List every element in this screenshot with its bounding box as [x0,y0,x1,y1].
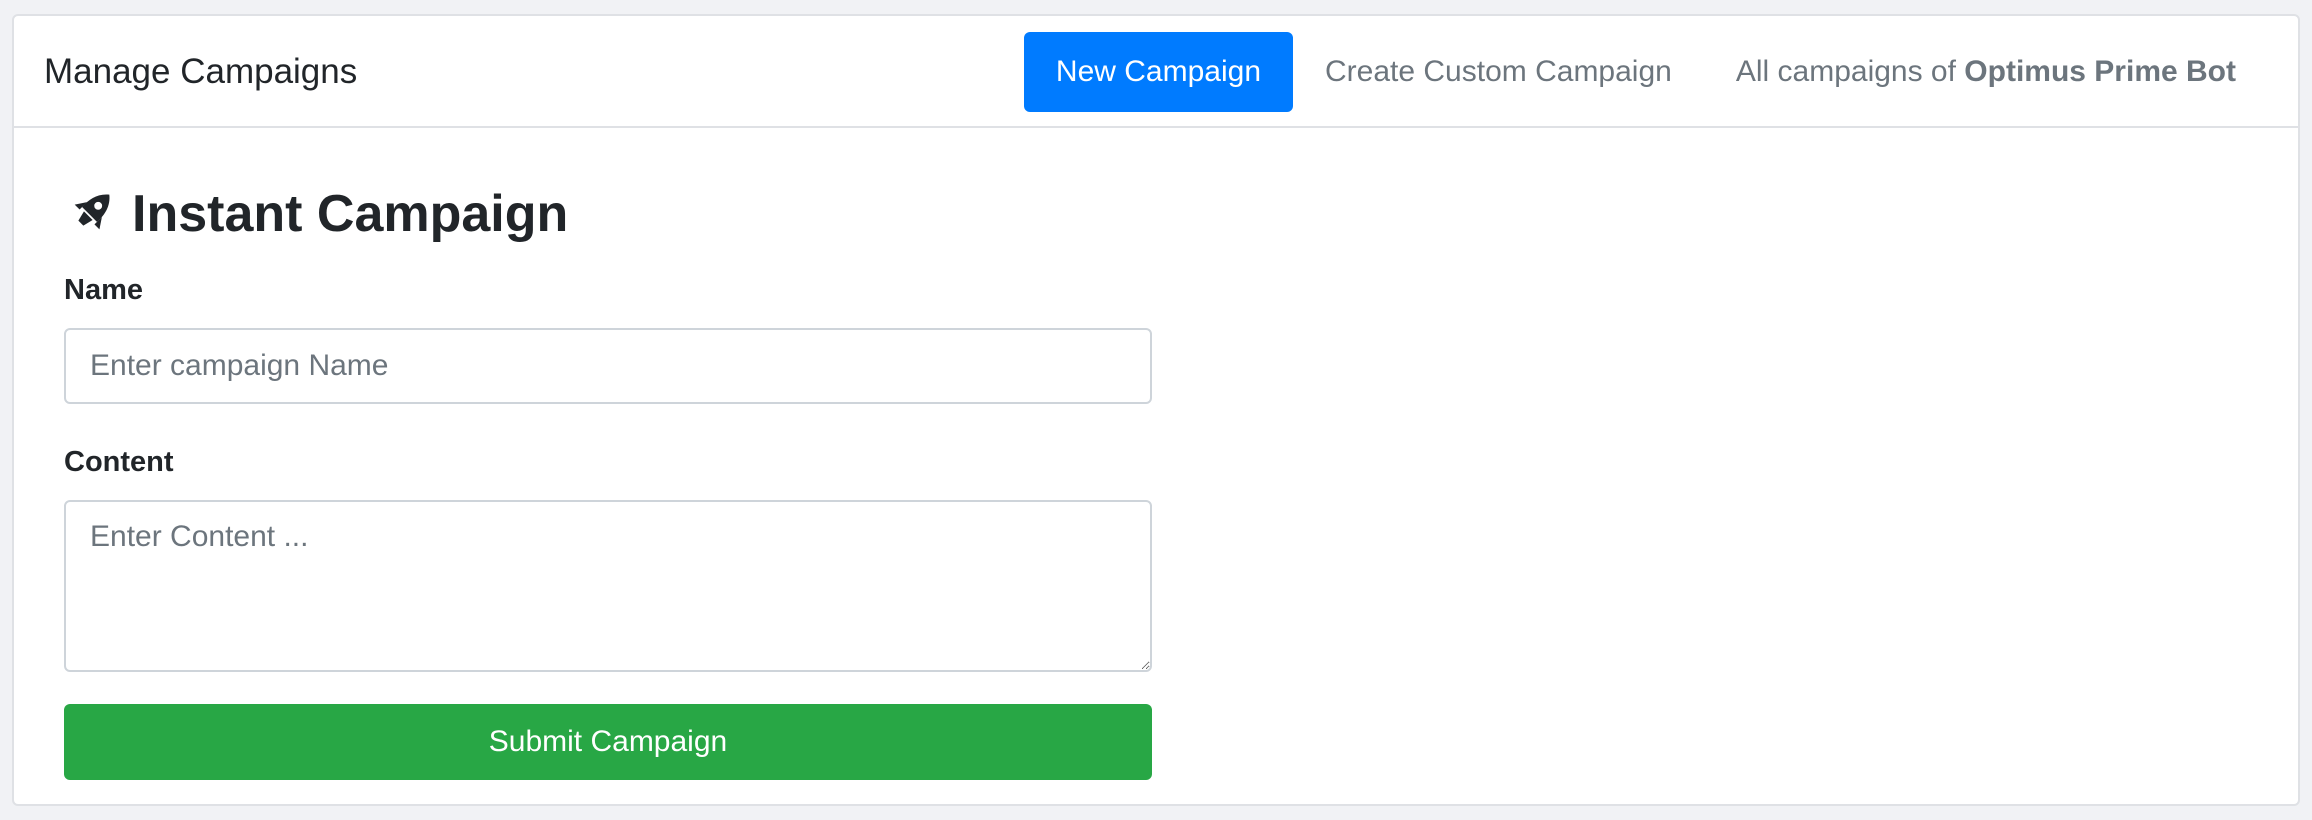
campaign-card: Manage Campaigns New Campaign Create Cus… [12,14,2300,806]
all-campaigns-tab[interactable]: All campaigns of Optimus Prime Bot [1704,32,2268,112]
submit-campaign-button[interactable]: Submit Campaign [64,704,1152,780]
new-campaign-tab[interactable]: New Campaign [1023,32,1294,112]
content-textarea[interactable] [64,500,1152,672]
campaign-nav: New Campaign Create Custom Campaign All … [1023,32,2268,112]
create-custom-campaign-tab[interactable]: Create Custom Campaign [1293,32,1704,112]
form-title: Instant Campaign [64,184,568,244]
page-title: Manage Campaigns [44,52,358,91]
campaign-name-input[interactable] [64,328,1152,404]
form-title-text: Instant Campaign [132,185,569,243]
all-campaigns-prefix: All campaigns of [1735,55,1965,88]
bot-name: Optimus Prime Bot [1964,55,2236,88]
card-header: Manage Campaigns New Campaign Create Cus… [14,16,2298,128]
rocket-icon [64,184,120,245]
content-label: Content [64,446,174,478]
name-label: Name [64,274,143,306]
